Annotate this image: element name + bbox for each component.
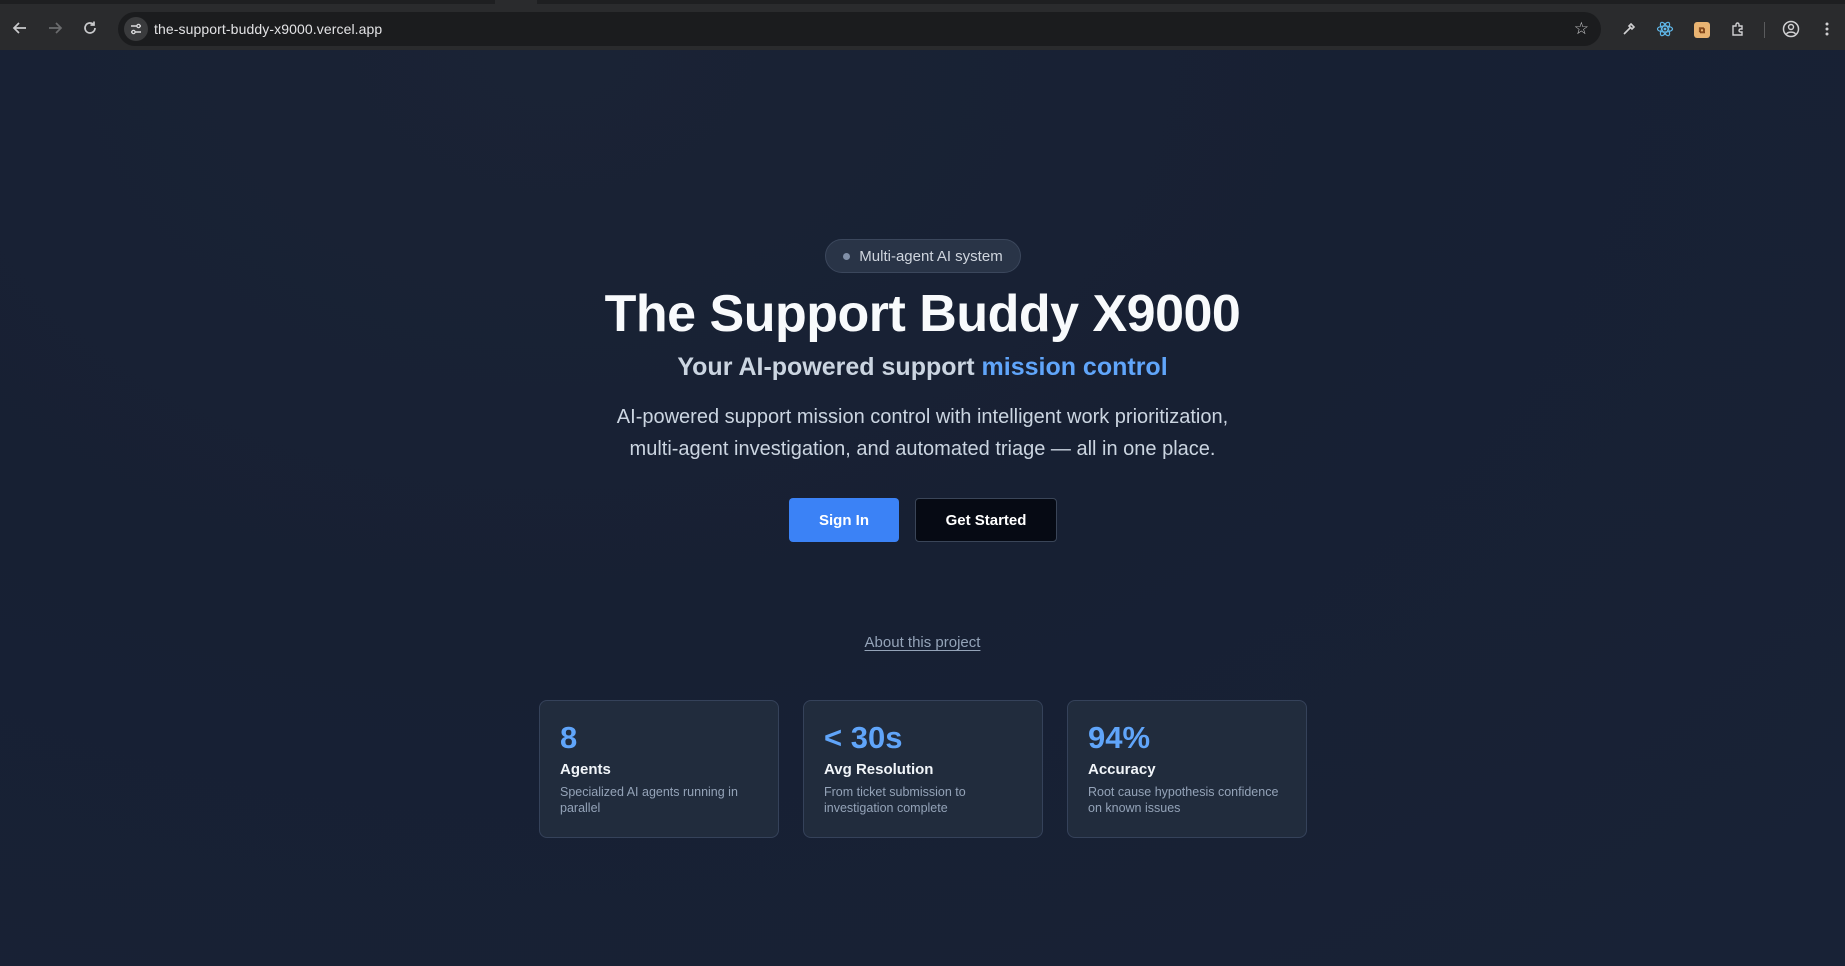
- toolbar-separator: [1764, 22, 1765, 38]
- page-title: The Support Buddy X9000: [604, 285, 1241, 343]
- stat-card-accuracy: 94% Accuracy Root cause hypothesis confi…: [1067, 700, 1307, 838]
- hero-description-line-1: AI-powered support mission control with …: [616, 406, 1229, 428]
- about-project-link[interactable]: About this project: [0, 634, 1845, 651]
- hero-subtitle: Your AI-powered support mission control: [0, 353, 1845, 382]
- eyedropper-icon[interactable]: [1618, 18, 1640, 40]
- hero-description-line-2: multi-agent investigation, and automated…: [629, 438, 1216, 460]
- stat-card-avg-resolution: < 30s Avg Resolution From ticket submiss…: [803, 700, 1043, 838]
- site-info-icon[interactable]: [124, 17, 148, 41]
- status-dot-icon: [843, 252, 851, 260]
- reload-button[interactable]: [76, 14, 104, 42]
- address-bar[interactable]: the-support-buddy-x9000.vercel.app ☆: [118, 12, 1601, 46]
- tab-strip: [0, 0, 1845, 4]
- extensions-puzzle-icon[interactable]: [1727, 18, 1749, 40]
- stat-note: From ticket submission to investigation …: [824, 785, 966, 815]
- hero-badge-label: Multi-agent AI system: [859, 247, 1003, 265]
- stats-row: 8 Agents Specialized AI agents running i…: [539, 700, 1307, 838]
- stat-value: 8: [560, 720, 578, 755]
- landing-page: Multi-agent AI system The Support Buddy …: [0, 50, 1845, 966]
- get-started-button[interactable]: Get Started: [915, 498, 1057, 542]
- browser-toolbar: the-support-buddy-x9000.vercel.app ☆ ⧉: [0, 0, 1845, 50]
- hero-subtitle-prefix: Your AI-powered support: [677, 353, 982, 381]
- sign-in-button[interactable]: Sign In: [789, 498, 899, 542]
- back-button[interactable]: [6, 14, 34, 42]
- arrow-right-icon: [49, 22, 63, 34]
- bookmark-star-icon[interactable]: ☆: [1574, 19, 1589, 39]
- forward-button[interactable]: [41, 14, 69, 42]
- stat-card-agents: 8 Agents Specialized AI agents running i…: [539, 700, 779, 838]
- hero-subtitle-accent: mission control: [981, 353, 1168, 381]
- active-tab-edge: [495, 0, 537, 4]
- more-menu-icon[interactable]: [1816, 18, 1838, 40]
- stat-value: 94%: [1088, 720, 1151, 755]
- stat-label: Avg Resolution: [824, 761, 934, 778]
- stat-note: Root cause hypothesis confidence on know…: [1088, 785, 1279, 815]
- stat-label: Agents: [560, 761, 611, 778]
- reload-icon: [84, 21, 96, 34]
- stat-label: Accuracy: [1088, 761, 1156, 778]
- hero-badge: Multi-agent AI system: [825, 239, 1021, 273]
- arrow-left-icon: [12, 22, 26, 34]
- extension-badge-icon[interactable]: ⧉: [1694, 22, 1710, 38]
- url-text[interactable]: the-support-buddy-x9000.vercel.app: [154, 21, 382, 37]
- stat-value: < 30s: [824, 720, 903, 755]
- react-devtools-icon[interactable]: [1654, 18, 1676, 40]
- profile-icon[interactable]: [1780, 18, 1802, 40]
- stat-note: Specialized AI agents running in paralle…: [560, 785, 738, 815]
- hero-description: AI-powered support mission control with …: [560, 401, 1285, 465]
